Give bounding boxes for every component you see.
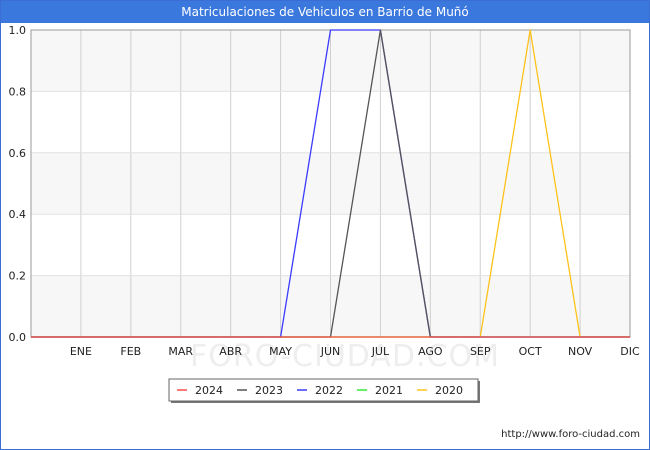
x-tick-label: JUN <box>320 345 341 358</box>
x-tick-label: MAY <box>269 345 292 358</box>
legend: 2024 2023 2022 2021 2020 <box>168 378 480 403</box>
legend-label-2022: 2022 <box>315 384 343 397</box>
x-tick-label: OCT <box>519 345 542 358</box>
x-tick-label: FEB <box>120 345 141 358</box>
x-tick-label: DIC <box>620 345 640 358</box>
y-tick-label: 0.8 <box>9 85 27 98</box>
legend-label-2024: 2024 <box>195 384 223 397</box>
y-tick-label: 1.0 <box>9 24 27 37</box>
x-tick-label: ABR <box>219 345 242 358</box>
x-tick-label: MAR <box>168 345 193 358</box>
legend-label-2021: 2021 <box>375 384 403 397</box>
y-tick-label: 0.4 <box>9 208 27 221</box>
y-tick-label: 0.2 <box>9 270 27 283</box>
y-tick-label: 0.6 <box>9 147 27 160</box>
legend-label-2023: 2023 <box>255 384 283 397</box>
x-tick-label: JUL <box>371 345 390 358</box>
legend-label-2020: 2020 <box>435 384 463 397</box>
x-tick-label: SEP <box>470 345 491 358</box>
y-tick-label: 0.0 <box>9 331 27 344</box>
x-tick-label: NOV <box>568 345 593 358</box>
line-chart: FORO-CIUDAD.COM0.00.20.40.60.81.0ENE FEB M… <box>9 24 640 403</box>
x-tick-label: ENE <box>70 345 92 358</box>
x-tick-label: AGO <box>418 345 443 358</box>
source-url: http://www.foro-ciudad.com <box>501 429 640 440</box>
